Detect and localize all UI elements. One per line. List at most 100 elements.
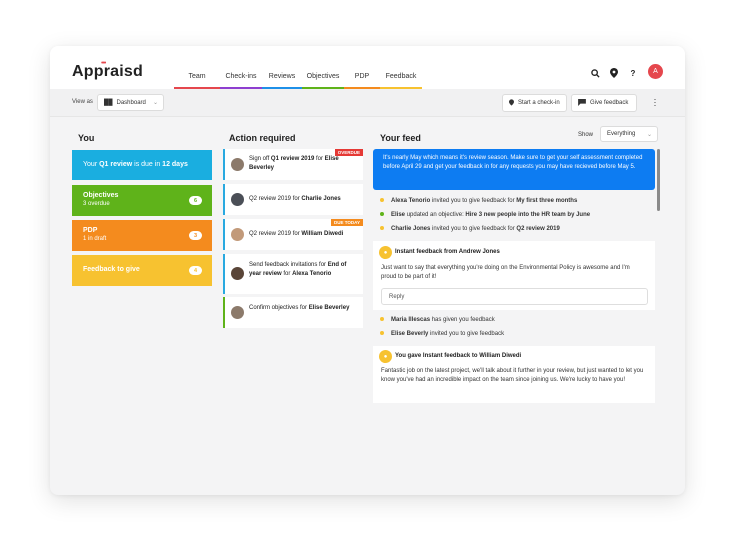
action-item[interactable]: Confirm objectives for Elise Beverley [223,297,363,328]
review-due-card[interactable]: Your Q1 review is due in 12 days [72,150,212,180]
show-label: Show [578,132,594,138]
feed-text: invited you to give feedback for [431,198,515,204]
status-dot [380,226,384,231]
action-item[interactable]: Sign off Q1 review 2019 for Elise Beverl… [223,149,363,180]
start-checkin-label: Start a check-in [518,100,560,106]
tab-checkins[interactable]: Check-ins [220,46,262,89]
reply-input[interactable]: Reply [381,288,648,305]
action-item[interactable]: Q2 review 2019 for Charlie Jones [223,184,363,215]
view-select[interactable]: ██ Dashboard ⌄ [97,94,164,111]
tab-reviews[interactable]: Reviews [262,46,302,89]
review-prefix: Your [83,161,98,168]
feed-text: invited you to give feedback [430,331,505,337]
tab-objectives[interactable]: Objectives [302,46,344,89]
feed-scrollbar[interactable] [657,149,660,211]
dashboard-icon: ██ [104,99,113,106]
overdue-tag: OVERDUE [334,149,363,156]
feedback-count-badge: 4 [189,266,202,275]
chevron-down-icon: ⌄ [646,132,652,138]
feed-text: updated an objective: [406,212,464,218]
action-text: Send feedback invitations for End of yea… [249,261,359,279]
feed-activity-item[interactable]: Alexa Tenorio invited you to give feedba… [380,198,577,204]
view-select-value: Dashboard [116,99,146,106]
action-mid: for [315,156,323,162]
tab-pdp-label: PDP [354,73,370,80]
top-icons: ? A [581,64,663,79]
objectives-count-badge: 6 [189,196,202,205]
action-bold: Q1 review 2019 [270,156,315,162]
avatar [231,306,244,319]
app-window: Appraisd ••• Team Check-ins Reviews Obje… [50,46,685,495]
tab-feedback[interactable]: Feedback [380,46,422,89]
feed-person: Elise [391,212,406,218]
tab-pdp[interactable]: PDP [344,46,380,89]
tab-team[interactable]: Team [174,46,220,89]
chat-bubble-icon [578,98,586,108]
action-text: Q2 review 2019 for William Diwedi [249,230,359,239]
objectives-card[interactable]: Objectives 3 overdue 6 [72,185,212,216]
avatar [231,158,244,171]
status-dot [380,317,384,322]
pdp-count-badge: 3 [189,231,202,240]
show-filter-select[interactable]: Everything ⌄ [600,126,658,142]
feed-subject: My first three months [516,198,578,204]
feed-person: Charlie Jones [391,226,431,232]
review-name: Q1 review [99,161,133,168]
feedback-icon: ● [379,350,392,363]
feed-activity-item[interactable]: Elise Beverly invited you to give feedba… [380,331,504,337]
toolbar: View as ██ Dashboard ⌄ Start a check-in … [50,89,685,117]
main-nav: Team Check-ins Reviews Objectives PDP Fe… [174,46,422,89]
action-item[interactable]: Send feedback invitations for End of yea… [223,254,363,294]
tab-reviews-label: Reviews [268,73,296,80]
instant-feedback-title: Instant feedback from Andrew Jones [395,249,500,255]
feed-activity-item[interactable]: Charlie Jones invited you to give feedba… [380,226,560,232]
action-item[interactable]: Q2 review 2019 for William Diwedi DUE TO… [223,219,363,250]
tab-checkins-label: Check-ins [225,73,257,80]
avatar [231,267,244,280]
action-mid: for [283,271,291,277]
feed-subject: Hire 3 new people into the HR team by Ju… [465,212,591,218]
app-logo[interactable]: Appraisd [72,63,143,81]
review-days: 12 days [162,161,188,168]
location-pin-icon [509,98,514,108]
feed-text: has given you feedback [431,317,495,323]
given-feedback-body: Fantastic job on the latest project, we'… [381,368,644,383]
avatar [231,228,244,241]
top-bar: Appraisd ••• Team Check-ins Reviews Obje… [50,46,685,89]
status-dot [380,212,384,217]
more-options-icon[interactable]: · · · [653,95,657,110]
action-pre: Q2 review 2019 [249,196,292,202]
give-feedback-label: Give feedback [590,100,629,106]
action-mid: for [292,196,300,202]
feed-activity-item[interactable]: Elise updated an objective: Hire 3 new p… [380,212,590,218]
status-dot [380,331,384,336]
given-feedback-card: ● You gave Instant feedback to William D… [373,346,655,403]
action-person: Alexa Tenorio [292,271,332,277]
pdp-card[interactable]: PDP 1 in draft 3 [72,220,212,251]
action-pre: Sign off [249,156,270,162]
instant-feedback-body: Just want to say that everything you're … [381,265,630,280]
user-avatar[interactable]: A [648,64,663,79]
action-person: Charlie Jones [301,196,341,202]
location-pin-icon[interactable] [609,68,619,78]
action-mid: for [292,231,300,237]
feed-activity-item[interactable]: Maria Illescas has given you feedback [380,317,495,323]
action-pre: Confirm objectives for [249,305,308,311]
you-column-title: You [78,133,95,143]
give-feedback-button[interactable]: Give feedback [571,94,637,112]
feedback-to-give-card[interactable]: Feedback to give 4 [72,255,212,286]
start-checkin-button[interactable]: Start a check-in [502,94,567,112]
search-icon[interactable] [590,68,600,78]
action-person: William Diwedi [301,231,344,237]
view-as-label: View as [72,99,93,105]
tab-objectives-label: Objectives [306,73,340,80]
feed-text: invited you to give feedback for [432,226,515,232]
help-icon[interactable]: ? [628,68,638,78]
action-text: Q2 review 2019 for Charlie Jones [249,195,359,204]
chevron-down-icon: ⌄ [152,100,158,106]
action-text: Sign off Q1 review 2019 for Elise Beverl… [249,155,359,173]
tab-team-label: Team [188,73,206,80]
tab-feedback-label: Feedback [385,73,417,80]
feed-person: Alexa Tenorio [391,198,431,204]
status-dot [380,198,384,203]
